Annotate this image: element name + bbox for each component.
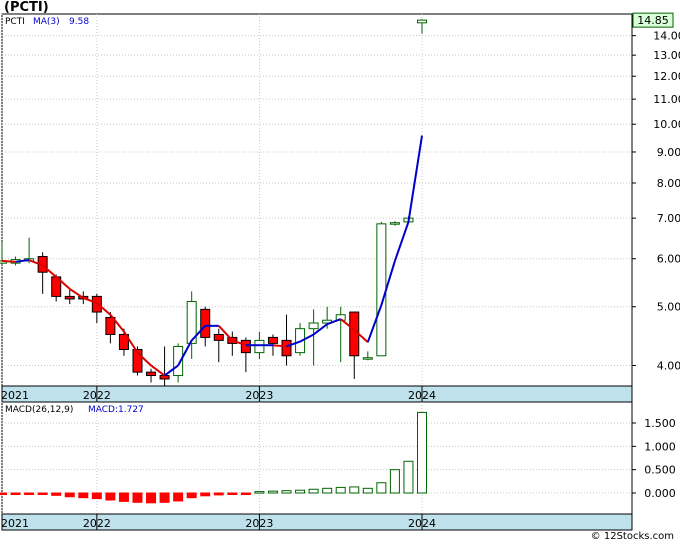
price-ytick-label: 8.00 [657,177,680,190]
last-price-label: 14.85 [637,14,669,27]
macd-bar-positive [417,411,427,494]
macd-legend-title: MACD(26,12,9) [5,405,73,415]
candle-down [267,336,278,344]
macd-bar-negative [213,492,224,496]
candle-up [376,223,387,357]
macd-bar-positive [322,487,333,494]
macd-bar-negative [132,492,143,503]
price-ytick-label: 11.00 [653,93,680,106]
price-ytick-label: 5.00 [657,301,680,314]
price-ytick-label: 14.00 [653,30,680,43]
candle-down [281,339,292,357]
macd-bar-negative [78,492,89,499]
candle-down [240,339,251,354]
macd-bar-positive [403,460,414,494]
legend-ma-label: MA(3) [33,17,60,27]
macd-bar-negative [105,492,116,501]
candle-down [200,308,211,338]
macd-bar-negative [51,492,62,496]
legend-ticker: PCTI [5,17,25,27]
macd-ytick-label: 0.000 [644,487,676,500]
macd-bar-negative [173,492,184,502]
macd-bar-negative [200,492,211,497]
macd-bar-negative [37,492,48,495]
macd-bar-negative [91,492,102,500]
price-ytick-label: 4.00 [657,359,680,372]
macd-bar-negative [227,492,238,495]
price-ytick-label: 12.00 [653,70,680,83]
price-ytick-label: 9.00 [657,146,680,159]
candle-up [254,339,265,354]
macd-bar-negative [146,492,157,504]
candle-down [159,375,170,380]
candle-down [213,333,224,341]
macd-bar-positive [349,486,360,494]
price-ytick-label: 6.00 [657,253,680,266]
candle-up [389,222,400,225]
macd-bar-positive [281,490,292,494]
macd-bar-positive [308,488,319,494]
price-ytick-label: 13.00 [653,49,680,62]
candle-up [417,19,427,24]
macd-bar-positive [295,489,306,494]
price-xtick-label: 2023 [245,389,273,402]
macd-bar-negative [64,492,75,498]
macd-bar-positive [376,482,387,494]
candle-down [64,295,75,300]
price-xtick-label: 2021 [1,389,29,402]
legend-ma-value: 9.58 [69,17,89,27]
price-ytick-label: 7.00 [657,212,680,225]
price-xtick-label: 2022 [83,389,111,402]
macd-bar-negative [24,492,35,495]
footer-credit: © 12Stocks.com [590,531,674,542]
macd-bar-negative [186,492,197,499]
candle-up [308,322,319,330]
price-ytick-label: 10.00 [653,118,680,131]
macd-xtick-label: 2023 [245,517,273,530]
macd-bar-negative [118,492,129,502]
candle-down [146,371,157,377]
macd-bar-positive [254,491,265,494]
macd-bar-negative [10,492,21,495]
ma-segment [272,344,287,348]
macd-legend-value: MACD:1.727 [88,405,144,415]
stock-chart: 4.00 5.00 6.00 7.00 8.00 9.00 10.00 11.00 12.00 1… [0,12,680,531]
candle-up [362,357,373,360]
macd-ytick-label: 1.000 [644,440,676,453]
macd-xtick-label: 2021 [1,517,29,530]
macd-bar-positive [389,469,400,494]
macd-ytick-label: 0.500 [644,464,676,477]
macd-bar-positive [335,486,346,494]
macd-bar-negative [159,492,170,503]
macd-bar-negative [0,492,7,495]
macd-ytick-label: 1.500 [644,417,676,430]
ma-segment [1,259,16,263]
macd-xtick-label: 2022 [83,517,111,530]
macd-bar-positive [267,490,278,494]
macd-bar-positive [362,487,373,494]
macd-bar-negative [240,492,251,495]
macd-xtick-label: 2024 [408,517,436,530]
price-xtick-label: 2024 [408,389,436,402]
